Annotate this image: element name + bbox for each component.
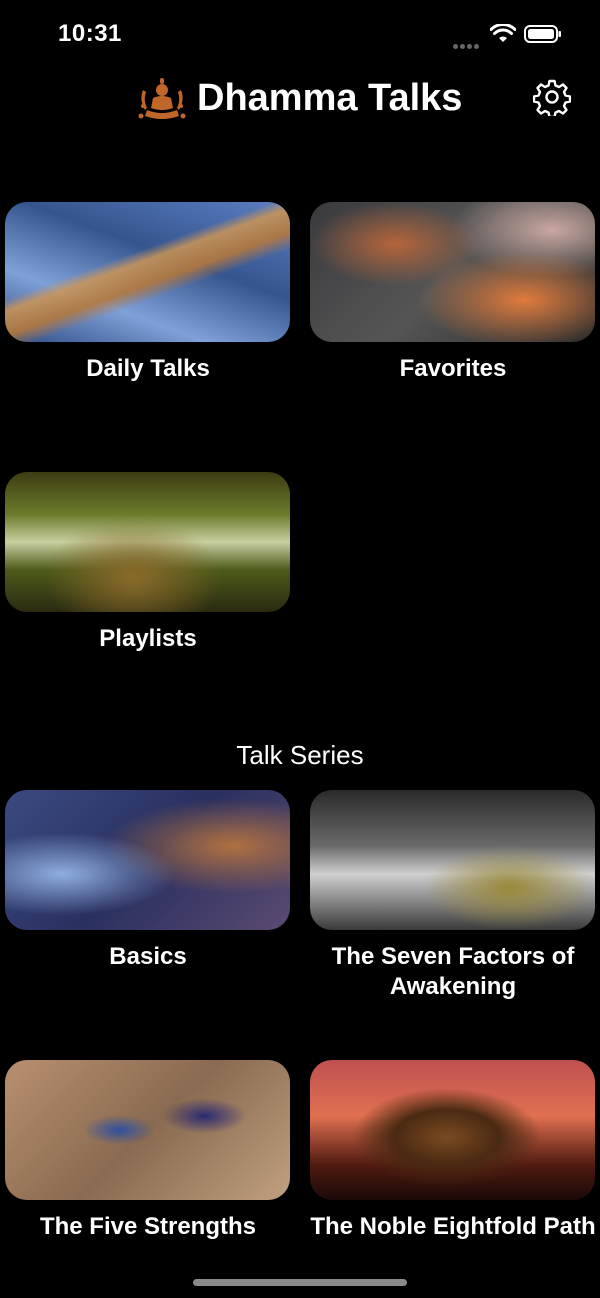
gear-icon[interactable] <box>533 78 571 116</box>
favorites-image <box>310 202 595 342</box>
status-bar: 10:31 <box>0 0 600 70</box>
tile-label: The Seven Factors of Awakening <box>331 943 575 1000</box>
tile-label: Favorites <box>399 355 507 382</box>
status-time: 10:31 <box>58 20 122 47</box>
tile-noble-eightfold-path[interactable]: The Noble Eightfold Path <box>310 1060 596 1242</box>
seven-factors-image <box>310 790 595 930</box>
tile-basics[interactable]: Basics <box>5 790 291 972</box>
section-title-talk-series: Talk Series <box>236 740 364 770</box>
tile-seven-factors[interactable]: The Seven Factors of Awakening <box>310 790 596 1002</box>
tile-label: The Five Strengths <box>39 1213 257 1240</box>
tile-label: Playlists <box>99 625 197 652</box>
app-header: Dhamma Talks <box>0 70 600 130</box>
playlists-image <box>5 472 290 612</box>
five-strengths-image <box>5 1060 290 1200</box>
tile-five-strengths[interactable]: The Five Strengths <box>5 1060 291 1242</box>
tile-favorites[interactable]: Favorites <box>310 202 596 384</box>
daily-talks-image <box>5 202 290 342</box>
basics-image <box>5 790 290 930</box>
battery-icon <box>524 25 561 43</box>
tile-label: Daily Talks <box>86 355 210 382</box>
noble-eightfold-path-image <box>310 1060 595 1200</box>
tile-daily-talks[interactable]: Daily Talks <box>5 202 291 384</box>
wifi-icon <box>490 24 516 42</box>
signal-dots-icon <box>453 36 483 49</box>
tile-label: Basics <box>109 943 187 970</box>
buddha-logo-icon <box>138 78 186 119</box>
app-title: Dhamma Talks <box>197 77 463 119</box>
home-indicator[interactable] <box>193 1279 407 1286</box>
tile-label: The Noble Eightfold Path <box>310 1213 596 1240</box>
tile-playlists[interactable]: Playlists <box>5 472 291 654</box>
